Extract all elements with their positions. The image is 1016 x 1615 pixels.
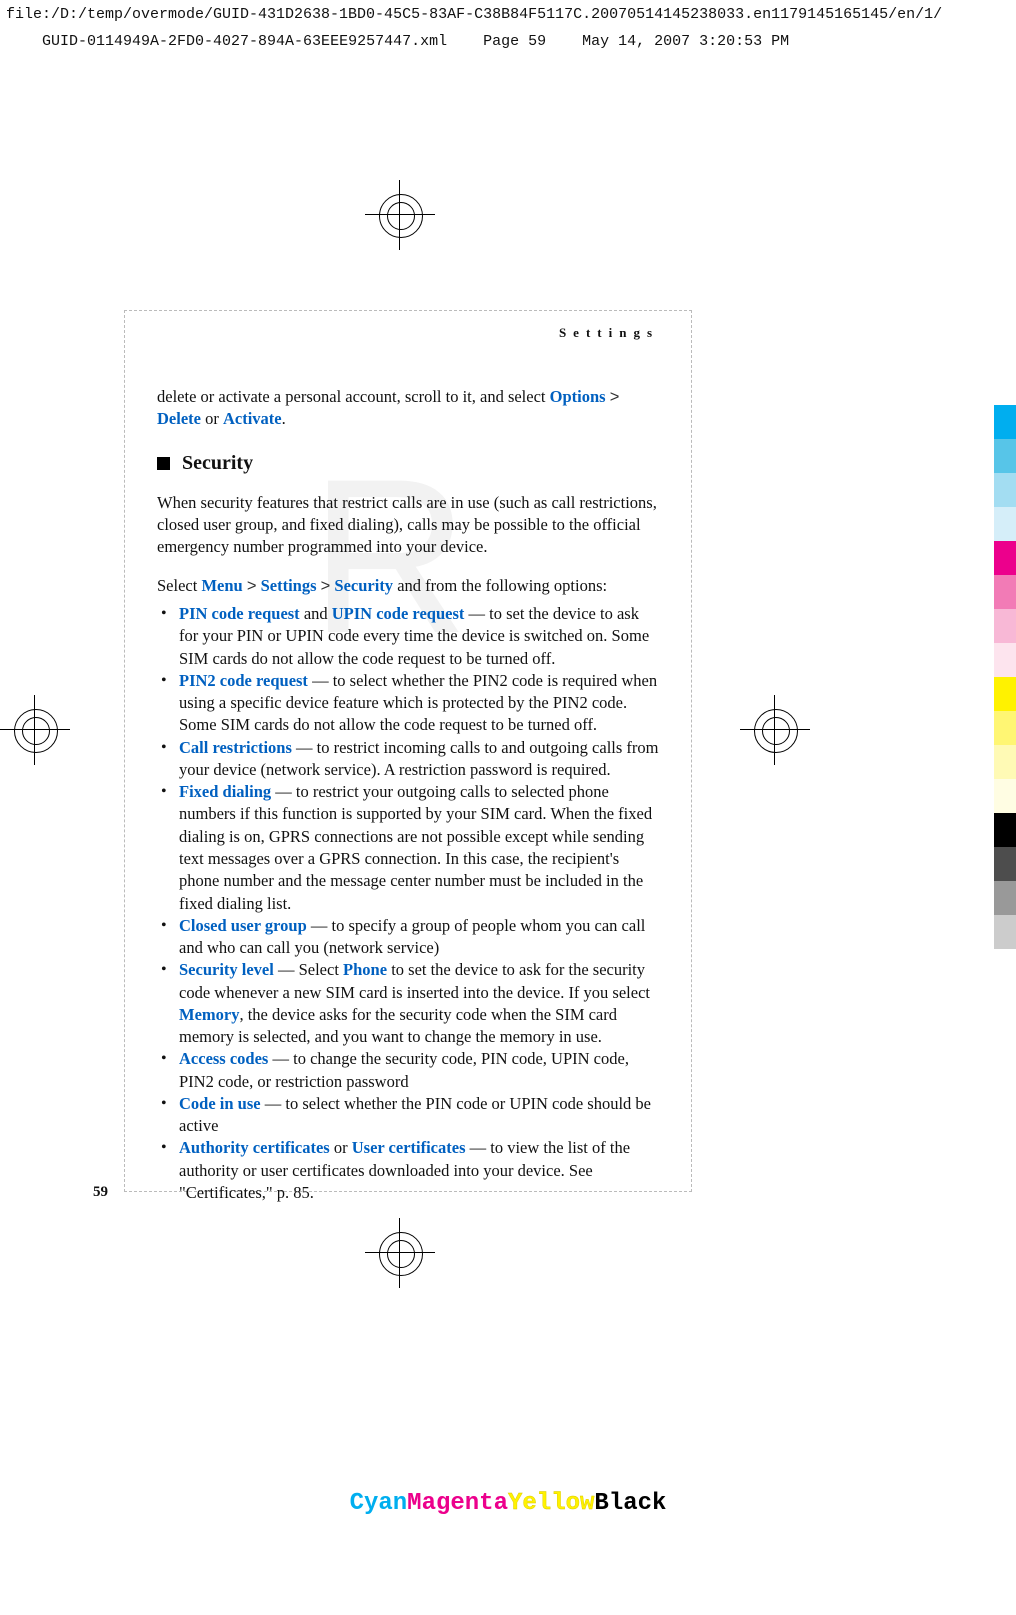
nav-pre: Select <box>157 576 201 595</box>
color-swatch <box>994 439 1016 473</box>
option-term: PIN2 code request <box>179 671 308 690</box>
heading-text: Security <box>182 452 253 475</box>
list-item: PIN2 code request — to select whether th… <box>157 670 659 737</box>
option-term: Memory <box>179 1005 239 1024</box>
color-swatch <box>994 575 1016 609</box>
color-swatch <box>994 779 1016 813</box>
registration-mark-icon <box>740 695 810 765</box>
cmyk-footer: CyanMagentaYellowBlack <box>0 1490 1016 1517</box>
section-heading: Security <box>157 452 659 475</box>
color-swatch <box>994 541 1016 575</box>
option-term: Phone <box>343 960 387 979</box>
list-item: Code in use — to select whether the PIN … <box>157 1093 659 1138</box>
option-term: User certificates <box>352 1138 466 1157</box>
running-head: Settings <box>125 311 691 369</box>
option-term: Access codes <box>179 1049 268 1068</box>
square-bullet-icon <box>157 457 170 470</box>
intro-paragraph: When security features that restrict cal… <box>157 492 659 559</box>
color-swatch <box>994 847 1016 881</box>
registration-mark-icon <box>365 1218 435 1288</box>
color-swatch <box>994 677 1016 711</box>
menu-link: Menu <box>201 576 242 595</box>
registration-mark-icon <box>365 180 435 250</box>
page-number: 59 <box>93 1184 659 1201</box>
option-term: Security level <box>179 960 274 979</box>
option-term: Authority certificates <box>179 1138 330 1157</box>
color-swatch <box>994 405 1016 439</box>
option-term: Code in use <box>179 1094 261 1113</box>
content-frame: Settings delete or activate a personal a… <box>124 310 692 1192</box>
lead-paragraph: delete or activate a personal account, s… <box>157 386 659 431</box>
settings-link: Settings <box>261 576 317 595</box>
option-term: Fixed dialing <box>179 782 271 801</box>
page-label: Page 59 <box>483 33 546 50</box>
lead-text: delete or activate a personal account, s… <box>157 387 550 406</box>
lead-end: . <box>282 409 286 428</box>
chevron-right-icon: > <box>610 388 620 406</box>
lead-or: or <box>201 409 223 428</box>
chevron-right-icon: > <box>321 577 331 595</box>
color-swatch <box>994 609 1016 643</box>
options-list: PIN code request and UPIN code request —… <box>157 603 659 1204</box>
list-item: Fixed dialing — to restrict your outgoin… <box>157 781 659 915</box>
color-swatch <box>994 473 1016 507</box>
yellow-label: Yellow <box>508 1490 594 1517</box>
black-label: Black <box>594 1490 666 1517</box>
list-item: PIN code request and UPIN code request —… <box>157 603 659 670</box>
nav-paragraph: Select Menu > Settings > Security and fr… <box>157 575 659 597</box>
color-swatch <box>994 745 1016 779</box>
option-term: UPIN code request <box>332 604 465 623</box>
timestamp: May 14, 2007 3:20:53 PM <box>582 33 789 50</box>
file-info-line: GUID-0114949A-2FD0-4027-894A-63EEE925744… <box>0 27 1016 54</box>
option-term: Closed user group <box>179 916 307 935</box>
color-swatch <box>994 643 1016 677</box>
options-link: Options <box>550 387 606 406</box>
registration-mark-icon <box>0 695 70 765</box>
chevron-right-icon: > <box>247 577 257 595</box>
delete-link: Delete <box>157 409 201 428</box>
cyan-label: Cyan <box>350 1490 408 1517</box>
magenta-label: Magenta <box>407 1490 508 1517</box>
color-swatch <box>994 915 1016 949</box>
color-swatch <box>994 507 1016 541</box>
color-bars <box>994 405 1016 949</box>
color-swatch <box>994 881 1016 915</box>
list-item: Closed user group — to specify a group o… <box>157 915 659 960</box>
page: file:/D:/temp/overmode/GUID-431D2638-1BD… <box>0 0 1016 1615</box>
security-link: Security <box>334 576 393 595</box>
activate-link: Activate <box>223 409 282 428</box>
color-swatch <box>994 813 1016 847</box>
option-term: PIN code request <box>179 604 300 623</box>
file-path-line: file:/D:/temp/overmode/GUID-431D2638-1BD… <box>0 0 1016 27</box>
color-swatch <box>994 711 1016 745</box>
list-item: Access codes — to change the security co… <box>157 1048 659 1093</box>
list-item: Security level — Select Phone to set the… <box>157 959 659 1048</box>
option-term: Call restrictions <box>179 738 292 757</box>
xml-filename: GUID-0114949A-2FD0-4027-894A-63EEE925744… <box>42 33 447 50</box>
list-item: Call restrictions — to restrict incoming… <box>157 737 659 782</box>
nav-post: and from the following options: <box>393 576 607 595</box>
